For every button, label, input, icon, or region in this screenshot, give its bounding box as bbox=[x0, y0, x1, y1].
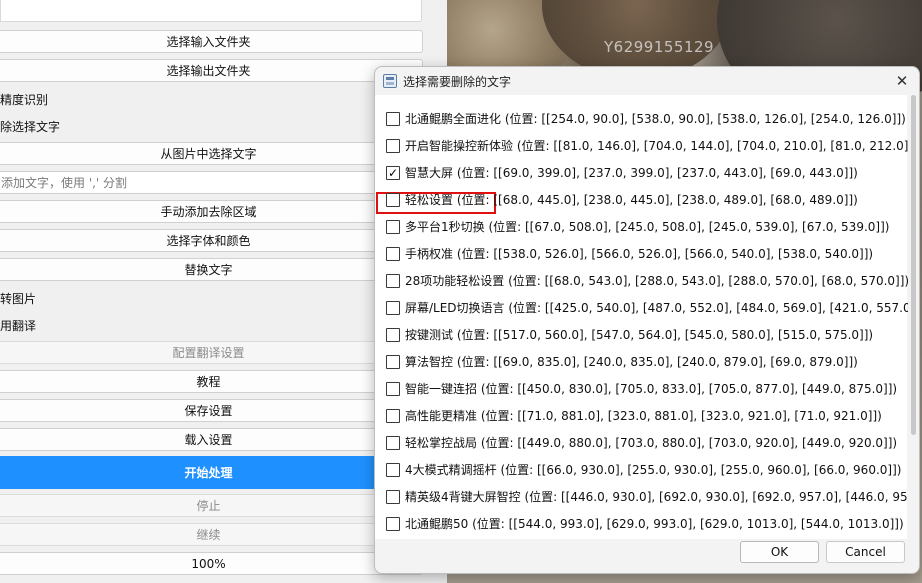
save-settings-button[interactable]: 保存设置 bbox=[0, 399, 423, 422]
checkbox-icon[interactable] bbox=[386, 489, 400, 504]
checkbox-icon[interactable] bbox=[386, 381, 400, 396]
left-control-panel: 选择输入文件夹 选择输出文件夹 精度识别 除选择文字 从图片中选择文字 手动添加… bbox=[0, 0, 433, 583]
text-list-item[interactable]: 屏幕/LED切换语言 (位置: [[425.0, 540.0], [487.0,… bbox=[375, 294, 919, 321]
text-item-label: 屏幕/LED切换语言 (位置: [[425.0, 540.0], [487.0,… bbox=[405, 301, 920, 315]
text-item-label: 算法智控 (位置: [[69.0, 835.0], [240.0, 835.0]… bbox=[405, 355, 858, 369]
select-text-dialog: 选择需要删除的文字 ✕ 北通鲲鹏全面进化 (位置: [[254.0, 90.0]… bbox=[374, 66, 920, 574]
translation-settings-button[interactable]: 配置翻译设置 bbox=[0, 341, 423, 364]
tutorial-button[interactable]: 教程 bbox=[0, 370, 423, 393]
text-item-label: 轻松掌控战局 (位置: [[449.0, 880.0], [703.0, 880… bbox=[405, 436, 898, 450]
text-item-label: 北通鲲鹏50 (位置: [[544.0, 993.0], [629.0, 993… bbox=[405, 517, 904, 531]
text-list-item[interactable]: 4大模式精调摇杆 (位置: [[66.0, 930.0], [255.0, 93… bbox=[375, 456, 907, 483]
dialog-title: 选择需要删除的文字 bbox=[403, 75, 512, 89]
list-scrollbar[interactable] bbox=[908, 95, 919, 539]
text-list-item[interactable]: 28项功能轻松设置 (位置: [[68.0, 543.0], [288.0, 5… bbox=[375, 267, 910, 294]
checkbox-icon[interactable]: ✓ bbox=[386, 165, 400, 180]
checkbox-icon[interactable] bbox=[386, 516, 400, 531]
start-processing-button[interactable]: 开始处理 bbox=[0, 456, 423, 489]
cancel-button[interactable]: Cancel bbox=[826, 541, 905, 563]
text-item-label: 智能一键连招 (位置: [[450.0, 830.0], [705.0, 833… bbox=[405, 382, 898, 396]
checkbox-icon[interactable] bbox=[386, 435, 400, 450]
precision-option-label: 精度识别 bbox=[0, 93, 49, 107]
text-list-item[interactable]: 开启智能操控新体验 (位置: [[81.0, 146.0], [704.0, 1… bbox=[375, 132, 918, 159]
text-list-item[interactable]: 北通鲲鹏50 (位置: [[544.0, 993.0], [629.0, 993… bbox=[375, 510, 907, 537]
checkbox-icon[interactable] bbox=[386, 354, 400, 369]
add-text-input[interactable] bbox=[0, 171, 423, 194]
checkbox-icon[interactable] bbox=[386, 462, 400, 477]
close-icon[interactable]: ✕ bbox=[893, 72, 911, 90]
text-checkbox-list: 北通鲲鹏全面进化 (位置: [[254.0, 90.0], [538.0, 90… bbox=[375, 95, 919, 539]
text-item-label: 智慧大屏 (位置: [[69.0, 399.0], [237.0, 399.0]… bbox=[405, 166, 858, 180]
text-item-label: 精英级4背键大屏智控 (位置: [[446.0, 930.0], [692.0,… bbox=[405, 490, 920, 504]
load-settings-button[interactable]: 载入设置 bbox=[0, 428, 423, 451]
checkbox-icon[interactable] bbox=[386, 273, 400, 288]
select-input-folder-button[interactable]: 选择输入文件夹 bbox=[0, 30, 423, 53]
text-item-label: 4大模式精调摇杆 (位置: [[66.0, 930.0], [255.0, 93… bbox=[405, 463, 902, 477]
app-window-icon bbox=[383, 74, 397, 88]
text-item-label: 开启智能操控新体验 (位置: [[81.0, 146.0], [704.0, 1… bbox=[405, 139, 918, 153]
select-output-folder-button[interactable]: 选择输出文件夹 bbox=[0, 59, 423, 82]
text-item-label: 28项功能轻松设置 (位置: [[68.0, 543.0], [288.0, 5… bbox=[405, 274, 910, 288]
text-list-item[interactable]: 算法智控 (位置: [[69.0, 835.0], [240.0, 835.0]… bbox=[375, 348, 907, 375]
text-item-label: 高性能更精准 (位置: [[71.0, 881.0], [323.0, 881.… bbox=[405, 409, 882, 423]
dialog-titlebar[interactable]: 选择需要删除的文字 ✕ bbox=[375, 67, 919, 95]
text-list-item[interactable]: 多平台1秒切换 (位置: [[67.0, 508.0], [245.0, 508… bbox=[375, 213, 907, 240]
remove-selected-text-label: 除选择文字 bbox=[0, 120, 61, 134]
checkbox-icon[interactable] bbox=[386, 246, 400, 261]
checkbox-icon[interactable] bbox=[386, 192, 400, 207]
progress-bar: 100% bbox=[0, 552, 423, 575]
text-list-item[interactable]: 手柄权准 (位置: [[538.0, 526.0], [566.0, 526.0… bbox=[375, 240, 907, 267]
continue-button[interactable]: 继续 bbox=[0, 523, 423, 546]
text-list-item[interactable]: 精英级4背键大屏智控 (位置: [[446.0, 930.0], [692.0,… bbox=[375, 483, 919, 510]
text-item-label: 多平台1秒切换 (位置: [[67.0, 508.0], [245.0, 508… bbox=[405, 220, 890, 234]
stop-button[interactable]: 停止 bbox=[0, 494, 423, 517]
text-item-label: 手柄权准 (位置: [[538.0, 526.0], [566.0, 526.0… bbox=[405, 247, 874, 261]
scrollbar-thumb[interactable] bbox=[911, 95, 916, 435]
checkbox-icon[interactable] bbox=[386, 408, 400, 423]
replace-text-button[interactable]: 替换文字 bbox=[0, 258, 423, 281]
checkbox-icon[interactable] bbox=[386, 219, 400, 234]
text-list-item[interactable]: 按键测试 (位置: [[517.0, 560.0], [547.0, 564.0… bbox=[375, 321, 907, 348]
ok-button[interactable]: OK bbox=[740, 541, 819, 563]
text-item-label: 按键测试 (位置: [[517.0, 560.0], [547.0, 564.0… bbox=[405, 328, 874, 342]
text-list-item[interactable]: ✓ 智慧大屏 (位置: [[69.0, 399.0], [237.0, 399.0… bbox=[375, 159, 907, 186]
text-list-item[interactable]: 高性能更精准 (位置: [[71.0, 881.0], [323.0, 881.… bbox=[375, 402, 907, 429]
text-item-label: 轻松设置 (位置: [[68.0, 445.0], [238.0, 445.0]… bbox=[405, 193, 858, 207]
checkbox-icon[interactable] bbox=[386, 111, 400, 126]
convert-image-label: 转图片 bbox=[0, 292, 37, 306]
manual-add-remove-area-button[interactable]: 手动添加去除区域 bbox=[0, 200, 423, 223]
checkbox-icon[interactable] bbox=[386, 327, 400, 342]
text-list-item[interactable]: 轻松设置 (位置: [[68.0, 445.0], [238.0, 445.0]… bbox=[375, 186, 907, 213]
text-item-label: 北通鲲鹏全面进化 (位置: [[254.0, 90.0], [538.0, 90… bbox=[405, 112, 906, 126]
checkbox-icon[interactable] bbox=[386, 138, 400, 153]
select-text-from-image-button[interactable]: 从图片中选择文字 bbox=[0, 142, 423, 165]
select-font-color-button[interactable]: 选择字体和颜色 bbox=[0, 229, 423, 252]
checkbox-icon[interactable] bbox=[386, 300, 400, 315]
use-translation-label: 用翻译 bbox=[0, 319, 37, 333]
text-list-item[interactable]: 智能一键连招 (位置: [[450.0, 830.0], [705.0, 833… bbox=[375, 375, 907, 402]
watermark-text: Y6299155129 bbox=[604, 38, 715, 56]
text-list-item[interactable]: 轻松掌控战局 (位置: [[449.0, 880.0], [703.0, 880… bbox=[375, 429, 907, 456]
text-list-item[interactable]: 北通鲲鹏全面进化 (位置: [[254.0, 90.0], [538.0, 90… bbox=[375, 105, 907, 132]
text-display-area[interactable] bbox=[0, 0, 422, 22]
